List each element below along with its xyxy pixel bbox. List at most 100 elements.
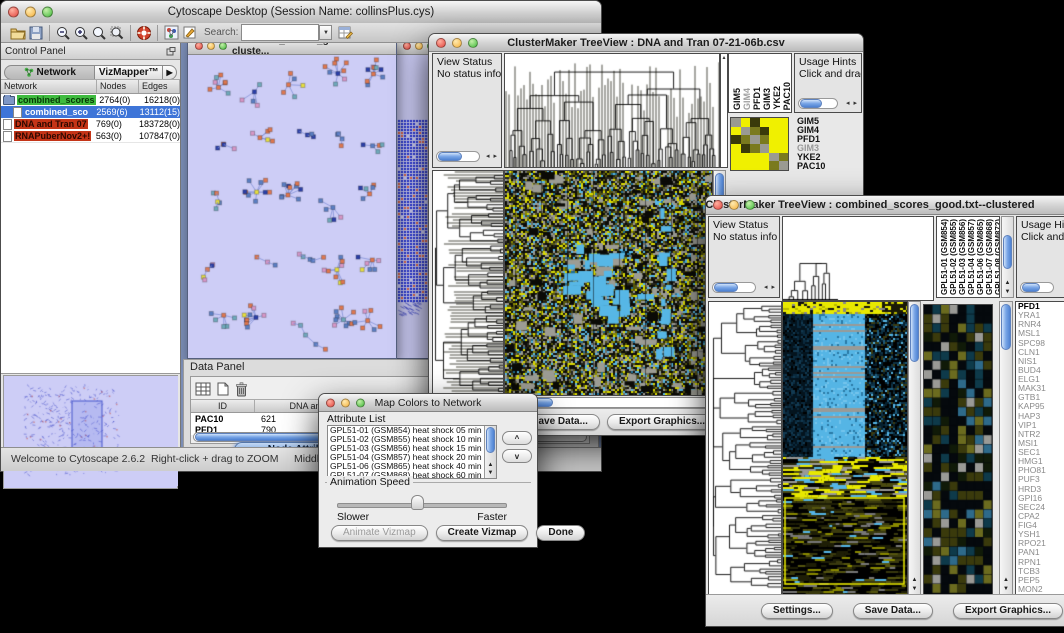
treeview-button[interactable]: Settings... bbox=[761, 603, 833, 619]
scroll-arrows[interactable]: ◂ ▸ bbox=[764, 282, 776, 293]
scroll-arrows[interactable]: ◂ ▸ bbox=[846, 98, 858, 109]
column-label[interactable]: GPL51-06 (GSM865) bbox=[976, 219, 985, 295]
scroll-up-arrow[interactable]: ▲ bbox=[909, 576, 920, 585]
matrix-cell[interactable] bbox=[769, 127, 779, 136]
minimize-button[interactable] bbox=[729, 200, 739, 210]
minimize-button[interactable] bbox=[415, 43, 423, 50]
scrollbar-thumb[interactable] bbox=[714, 283, 738, 292]
scroll-down-arrow[interactable]: ▼ bbox=[485, 469, 496, 478]
scrollbar-thumb[interactable] bbox=[1003, 235, 1012, 269]
heatmap-vscrollbar[interactable]: ▲ ▼ bbox=[908, 301, 921, 595]
birdseye-view[interactable] bbox=[3, 375, 178, 489]
tab-overflow-button[interactable]: ▶ bbox=[163, 65, 177, 80]
scrollbar-thumb[interactable] bbox=[800, 99, 822, 108]
matrix-cell[interactable] bbox=[769, 135, 779, 144]
zoom-selected-button[interactable] bbox=[108, 24, 126, 42]
column-label[interactable]: GIM5 bbox=[732, 88, 742, 110]
matrix-cell[interactable] bbox=[750, 161, 760, 170]
column-label[interactable]: GPL51-02 (GSM855) bbox=[949, 219, 958, 295]
scroll-down-arrow[interactable]: ▼ bbox=[1000, 585, 1012, 594]
zoom-button[interactable] bbox=[219, 43, 227, 50]
matrix-cell[interactable] bbox=[731, 135, 741, 144]
usage-hints-scrollbar[interactable] bbox=[798, 98, 838, 109]
column-label[interactable]: GPL51-04 (GSM857) bbox=[967, 219, 976, 295]
column-dendrogram-panel[interactable] bbox=[782, 216, 934, 301]
zoom-button[interactable] bbox=[356, 398, 365, 407]
matrix-cell[interactable] bbox=[750, 127, 760, 136]
network-frame-titlebar[interactable]: combined_scores_good.txt--cluste... bbox=[188, 43, 396, 55]
slider-thumb[interactable] bbox=[411, 495, 424, 510]
minimize-button[interactable] bbox=[25, 7, 36, 18]
matrix-cell[interactable] bbox=[750, 118, 760, 127]
usage-hints-scrollbar[interactable] bbox=[1020, 282, 1054, 293]
scroll-up-arrow[interactable]: ▲ bbox=[1000, 576, 1012, 585]
zoom-fit-button[interactable] bbox=[90, 24, 108, 42]
annotation-button[interactable] bbox=[180, 24, 198, 42]
zoom-heatmap-vscrollbar[interactable]: ▲ ▼ bbox=[999, 301, 1013, 595]
minimize-button[interactable] bbox=[341, 398, 350, 407]
done-button[interactable]: Done bbox=[536, 525, 585, 541]
scrollbar-thumb[interactable] bbox=[910, 304, 919, 362]
network-overview-button[interactable] bbox=[162, 24, 180, 42]
column-label[interactable]: YKE2 bbox=[772, 86, 782, 110]
network-view-canvas[interactable] bbox=[188, 54, 394, 356]
view-status-scrollbar[interactable] bbox=[436, 151, 480, 162]
column-label[interactable]: GPL51-08 (GSM872) bbox=[994, 219, 1000, 295]
search-dropdown-button[interactable]: ▼ bbox=[319, 25, 332, 40]
matrix-cell[interactable] bbox=[731, 161, 741, 170]
view-status-scrollbar[interactable] bbox=[712, 282, 756, 293]
scrollbar-thumb[interactable] bbox=[438, 152, 462, 161]
network-row-rnapuber[interactable]: RNAPuberNov2+! 563(0) 107847(0) bbox=[1, 130, 180, 142]
column-labels-vscrollbar[interactable]: ▲ ▼ bbox=[1001, 216, 1014, 298]
scrollbar-thumb[interactable] bbox=[486, 427, 495, 453]
heatmap-panel[interactable] bbox=[504, 170, 713, 396]
close-button[interactable] bbox=[436, 38, 446, 48]
scrollbar-thumb[interactable] bbox=[1001, 304, 1011, 350]
close-button[interactable] bbox=[713, 200, 723, 210]
attribute-list-scrollbar[interactable]: ▲ ▼ bbox=[484, 426, 496, 478]
matrix-cell[interactable] bbox=[779, 144, 789, 153]
dialog-titlebar[interactable]: Map Colors to Network bbox=[319, 394, 537, 412]
minimize-button[interactable] bbox=[452, 38, 462, 48]
treeview-button[interactable]: Save Data... bbox=[853, 603, 933, 619]
scroll-down-arrow[interactable]: ▼ bbox=[1002, 288, 1013, 297]
zoom-button[interactable] bbox=[42, 7, 53, 18]
matrix-cell[interactable] bbox=[731, 127, 741, 136]
matrix-cell[interactable] bbox=[750, 153, 760, 162]
matrix-cell[interactable] bbox=[741, 144, 751, 153]
matrix-cell[interactable] bbox=[760, 153, 770, 162]
tab-vizmapper[interactable]: VizMapper™ bbox=[95, 65, 163, 80]
matrix-cell[interactable] bbox=[779, 118, 789, 127]
save-session-button[interactable] bbox=[27, 24, 45, 42]
zoom-in-button[interactable] bbox=[72, 24, 90, 42]
treeview-button[interactable]: Export Graphics... bbox=[953, 603, 1063, 619]
matrix-cell[interactable] bbox=[731, 118, 741, 127]
network-row-selected[interactable]: combined_sco 2569(6) 13112(15) bbox=[1, 106, 180, 118]
matrix-cell[interactable] bbox=[769, 118, 779, 127]
matrix-cell[interactable] bbox=[750, 135, 760, 144]
close-button[interactable] bbox=[403, 43, 411, 50]
column-label[interactable]: GPL51-07 (GSM868) bbox=[985, 219, 994, 295]
move-down-button[interactable]: v bbox=[502, 449, 532, 463]
column-header-id[interactable]: ID bbox=[191, 400, 255, 412]
column-label[interactable]: GPL51-01 (GSM854) bbox=[940, 219, 949, 295]
move-up-button[interactable]: ^ bbox=[502, 431, 532, 445]
new-attribute-icon[interactable] bbox=[217, 382, 229, 396]
main-titlebar[interactable]: Cytoscape Desktop (Session Name: collins… bbox=[1, 1, 601, 24]
help-button[interactable] bbox=[135, 24, 153, 42]
create-vizmap-button[interactable]: Create Vizmap bbox=[436, 525, 529, 541]
matrix-cell[interactable] bbox=[741, 135, 751, 144]
matrix-cell[interactable] bbox=[779, 161, 789, 170]
matrix-cell[interactable] bbox=[760, 135, 770, 144]
column-header-nodes[interactable]: Nodes bbox=[97, 80, 139, 93]
zoom-button[interactable] bbox=[745, 200, 755, 210]
dendrogram-splitter[interactable]: ▴ bbox=[720, 53, 728, 168]
row-dendrogram-panel[interactable] bbox=[432, 170, 504, 396]
heatmap-panel[interactable] bbox=[782, 301, 908, 595]
network-row-combined-scores[interactable]: combined_scores 2764(0) 16218(0) bbox=[1, 94, 180, 106]
network-frame-main[interactable]: combined_scores_good.txt--cluste... bbox=[187, 43, 397, 359]
animate-vizmap-button[interactable]: Animate Vizmap bbox=[331, 525, 428, 541]
zoom-out-button[interactable] bbox=[54, 24, 72, 42]
matrix-cell[interactable] bbox=[760, 144, 770, 153]
scroll-down-arrow[interactable]: ▼ bbox=[909, 585, 920, 594]
